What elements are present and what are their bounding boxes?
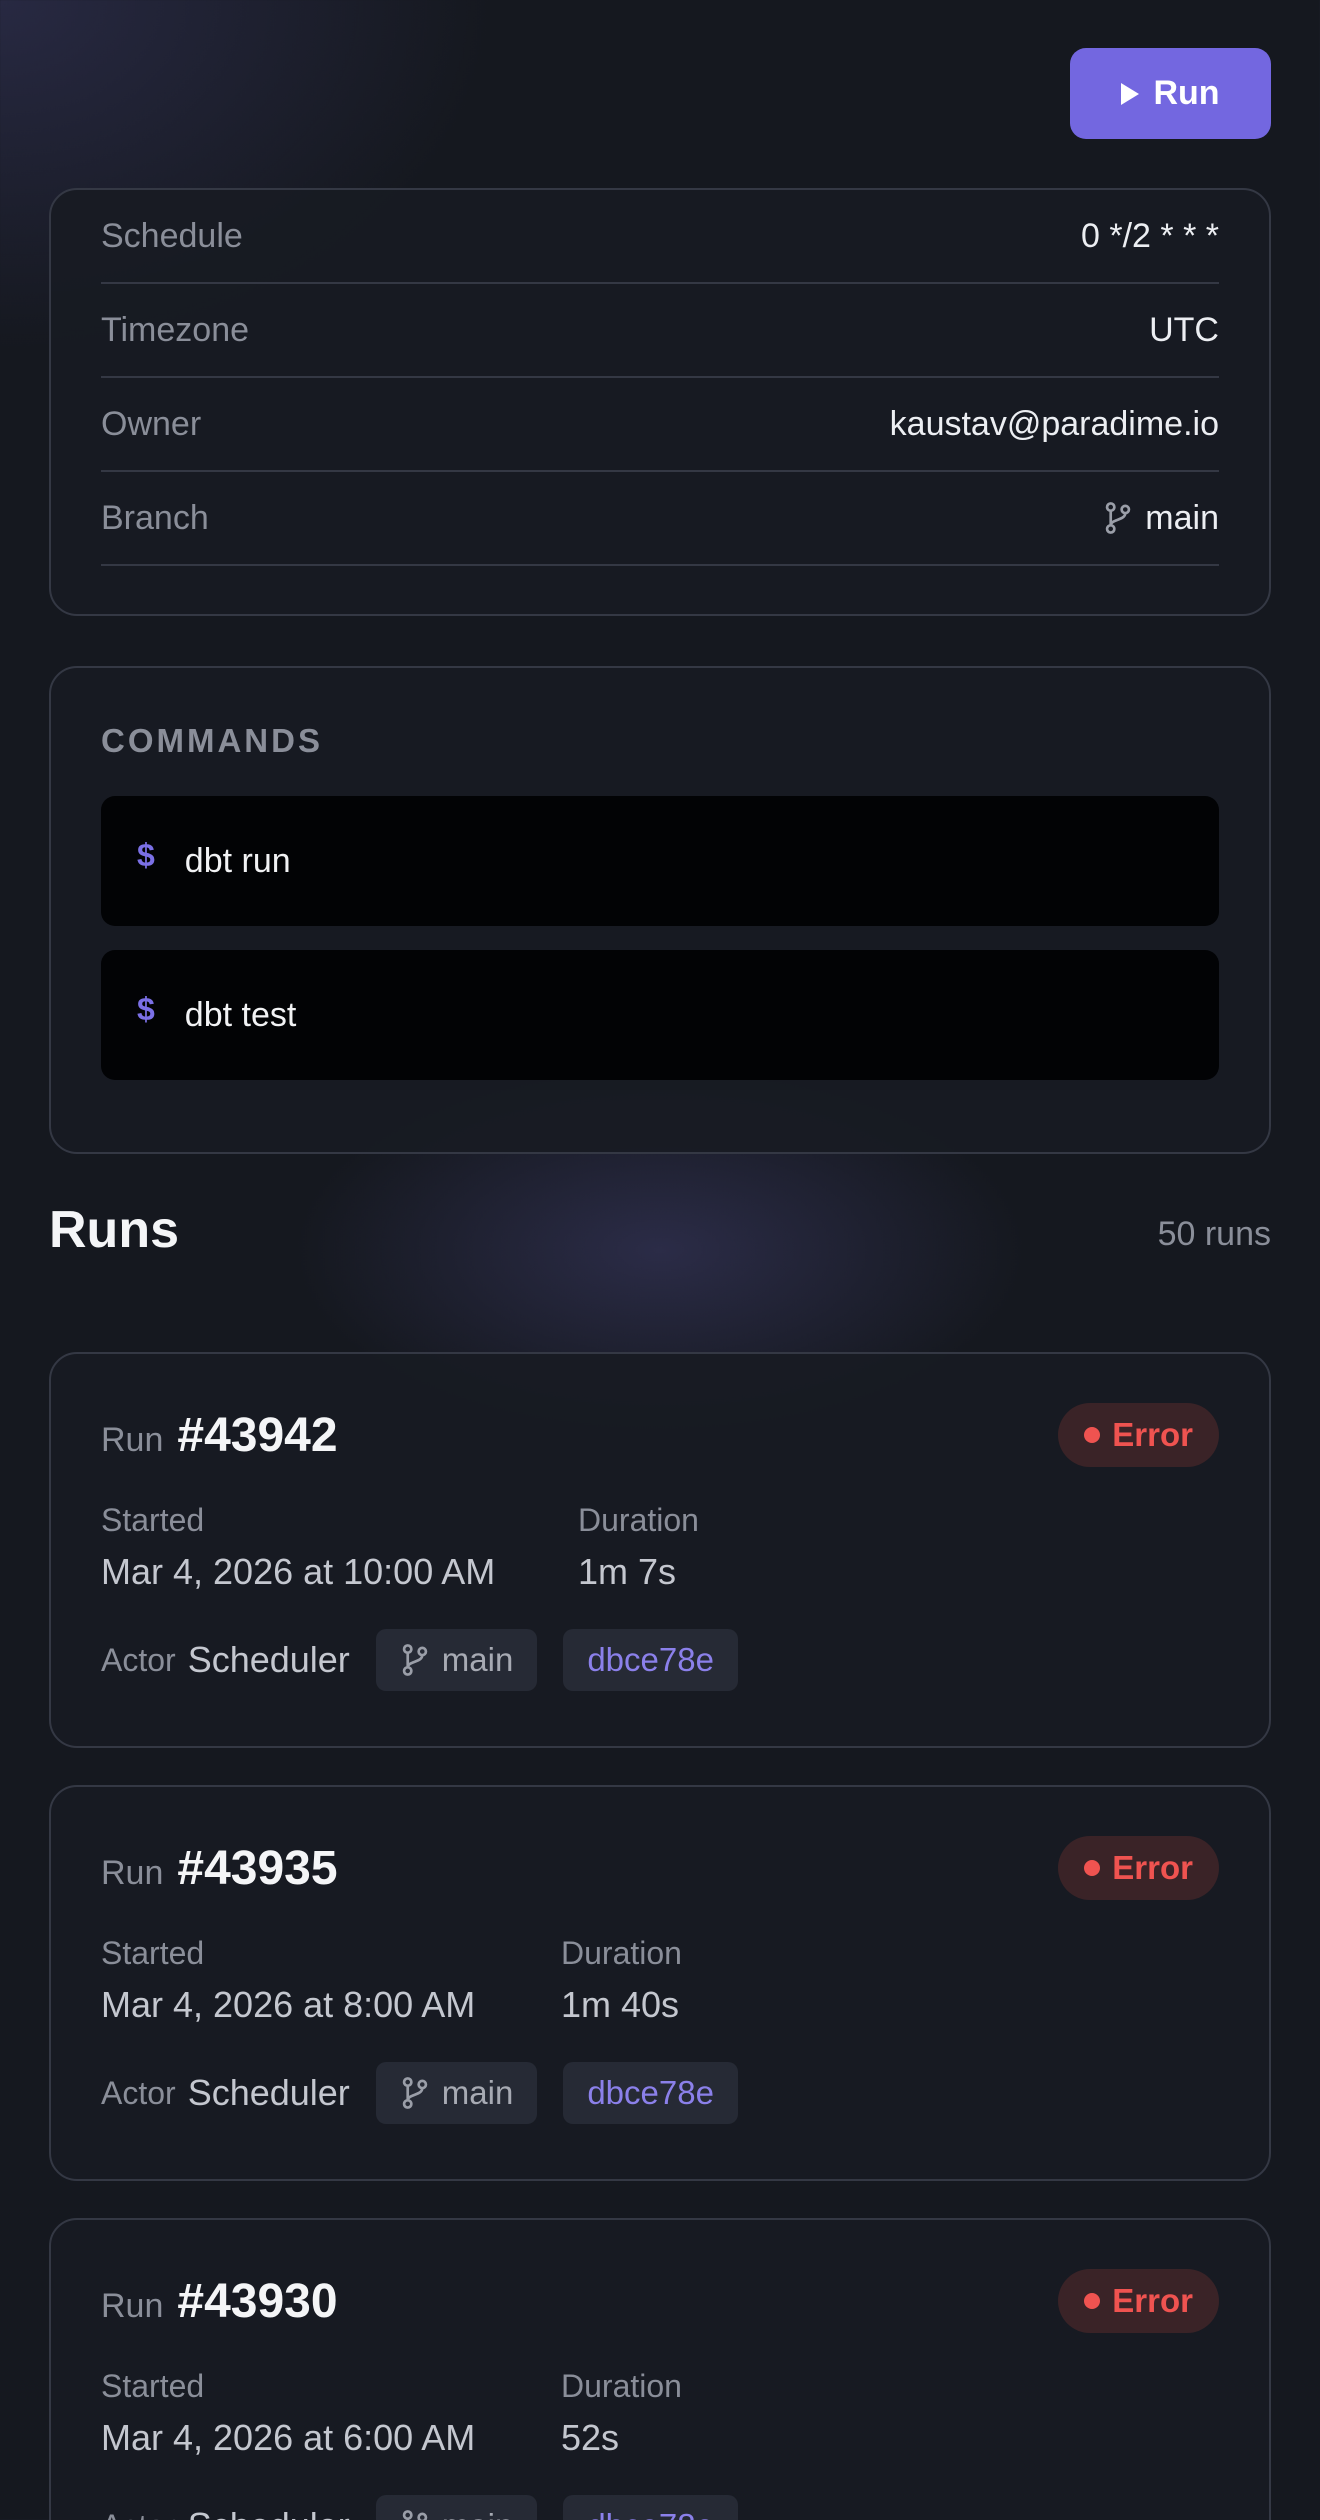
commands-title: COMMANDS (101, 722, 323, 759)
run-card[interactable]: Run #43942 Error Started Mar 4, 2026 at … (49, 1352, 1271, 1748)
status-label: Error (1112, 1849, 1193, 1886)
duration-label: Duration (578, 1502, 699, 1538)
branch-chip: main (375, 2062, 538, 2124)
status-badge: Error (1058, 1836, 1219, 1900)
status-dot-icon (1084, 1427, 1101, 1443)
started-label: Started (101, 1935, 205, 1971)
started-label: Started (101, 2368, 205, 2404)
detail-value: UTC (1149, 310, 1219, 349)
detail-row-branch: Branch main (101, 472, 1219, 566)
detail-label: Schedule (101, 216, 243, 255)
run-title: Run #43935 (101, 1841, 338, 1896)
duration-value: 1m 40s (561, 1984, 680, 2025)
run-started: Started Mar 4, 2026 at 8:00 AM (101, 1935, 561, 2026)
duration-label: Duration (561, 2368, 682, 2404)
run-started: Started Mar 4, 2026 at 6:00 AM (101, 2368, 561, 2459)
run-duration: Duration 1m 40s (561, 1935, 682, 2026)
status-dot-icon (1084, 2293, 1101, 2309)
git-branch-icon (402, 2077, 428, 2109)
detail-label: Timezone (101, 310, 250, 349)
branch-name: main (441, 2074, 514, 2111)
git-branch-icon (402, 2510, 428, 2520)
detail-value: kaustav@paradime.io (889, 404, 1219, 443)
command-text: dbt test (184, 995, 297, 1034)
run-number: #43930 (177, 2274, 338, 2328)
job-details-card: Schedule 0 */2 * * * Timezone UTC Owner … (49, 188, 1271, 616)
duration-value: 1m 7s (578, 1551, 677, 1592)
started-value: Mar 4, 2026 at 6:00 AM (101, 2417, 476, 2458)
command-item: $ dbt run (101, 796, 1219, 926)
runs-count: 50 runs (1157, 1214, 1271, 1253)
commands-card: COMMANDS $ dbt run $ dbt test (49, 666, 1271, 1154)
actor-value: Scheduler (187, 2072, 350, 2113)
run-button-label: Run (1153, 74, 1220, 112)
git-branch-icon (1106, 502, 1131, 534)
run-number: #43942 (177, 1408, 338, 1462)
run-started: Started Mar 4, 2026 at 10:00 AM (101, 1502, 578, 1593)
status-label: Error (1112, 2282, 1193, 2319)
run-title: Run #43942 (101, 1408, 338, 1463)
runs-heading: Runs (49, 1201, 179, 1259)
run-prefix: Run (101, 1420, 164, 1459)
job-detail-page: Run Schedule 0 */2 * * * Timezone UTC Ow… (0, 0, 1320, 2520)
branch-name: main (442, 2507, 514, 2520)
status-dot-icon (1084, 1860, 1101, 1876)
detail-label: Owner (101, 404, 202, 443)
run-duration: Duration 52s (561, 2368, 682, 2459)
detail-value: 0 */2 * * * (1081, 216, 1219, 255)
run-button[interactable]: Run (1070, 48, 1271, 139)
branch-chip: main (375, 2495, 538, 2520)
prompt-icon: $ (137, 990, 155, 1027)
play-icon (1121, 82, 1140, 105)
branch-chip: main (375, 1629, 538, 1691)
status-badge: Error (1058, 1403, 1219, 1467)
branch-name: main (1145, 498, 1219, 537)
actor-value: Scheduler (188, 2505, 350, 2520)
actor-label: Actor (101, 2508, 176, 2520)
detail-label: Branch (101, 498, 209, 537)
run-title: Run #43930 (101, 2274, 338, 2329)
actor-label: Actor (101, 2074, 176, 2111)
started-value: Mar 4, 2026 at 10:00 AM (101, 1551, 496, 1592)
status-label: Error (1112, 1416, 1193, 1453)
command-item: $ dbt test (101, 950, 1219, 1080)
status-badge: Error (1058, 2269, 1219, 2333)
detail-value: main (1103, 499, 1219, 538)
commit-sha-chip[interactable]: dbce78e (563, 2062, 738, 2124)
run-prefix: Run (101, 1853, 164, 1892)
branch-name: main (441, 1641, 514, 1678)
runs-header: Runs 50 runs (49, 1200, 1271, 1260)
run-prefix: Run (101, 2286, 164, 2325)
run-number: #43935 (177, 1841, 338, 1895)
started-label: Started (101, 1502, 205, 1538)
command-text: dbt run (184, 841, 291, 880)
detail-row-owner: Owner kaustav@paradime.io (101, 378, 1219, 472)
actor-label: Actor (101, 1641, 176, 1678)
actor-value: Scheduler (187, 1639, 350, 1680)
detail-row-schedule: Schedule 0 */2 * * * (101, 190, 1219, 284)
started-value: Mar 4, 2026 at 8:00 AM (101, 1984, 476, 2025)
commit-sha-chip[interactable]: dbce78e (563, 2495, 738, 2520)
run-card[interactable]: Run #43935 Error Started Mar 4, 2026 at … (49, 1785, 1271, 2181)
git-branch-icon (402, 1644, 428, 1676)
run-duration: Duration 1m 7s (578, 1502, 699, 1593)
run-card[interactable]: Run #43930 Error Started Mar 4, 2026 at … (49, 2218, 1271, 2520)
duration-label: Duration (561, 1935, 682, 1971)
duration-value: 52s (561, 2417, 620, 2458)
prompt-icon: $ (137, 836, 155, 873)
detail-row-timezone: Timezone UTC (101, 284, 1219, 378)
commit-sha-chip[interactable]: dbce78e (563, 1629, 738, 1691)
